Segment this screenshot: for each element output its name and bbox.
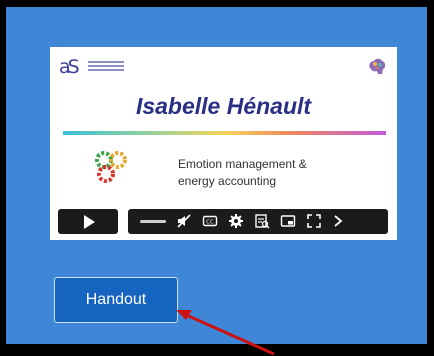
settings-icon[interactable] — [228, 213, 244, 229]
rainbow-divider — [63, 131, 386, 135]
fullscreen-icon[interactable] — [306, 213, 322, 229]
next-icon[interactable] — [330, 213, 346, 229]
gears-icon — [95, 151, 127, 183]
player-controls: CC — [50, 203, 397, 240]
handout-button[interactable]: Handout — [54, 277, 178, 323]
video-title: Isabelle Hénault — [135, 93, 312, 119]
svg-text:CC: CC — [206, 220, 214, 226]
mute-icon[interactable] — [176, 213, 192, 229]
annotation-arrow — [176, 310, 275, 356]
pip-icon[interactable] — [280, 213, 296, 229]
captions-icon[interactable]: CC — [202, 213, 218, 229]
video-subtitle: Emotion management & energy accounting — [178, 156, 307, 190]
volume-slider[interactable] — [140, 220, 166, 223]
logo-text-lines — [88, 61, 124, 73]
content-panel: aS Isabelle Hénault Emotion management &… — [6, 7, 427, 344]
subtitle-line-2: energy accounting — [178, 174, 277, 188]
brain-icon — [369, 58, 386, 74]
subtitle-line-1: Emotion management & — [178, 157, 307, 171]
organization-logo: aS — [59, 56, 80, 78]
screenshot-frame: aS Isabelle Hénault Emotion management &… — [0, 0, 434, 356]
control-bar: CC — [128, 209, 388, 234]
play-button[interactable] — [58, 209, 118, 234]
transcript-icon[interactable] — [254, 213, 270, 229]
video-player[interactable]: aS Isabelle Hénault Emotion management &… — [50, 47, 397, 240]
play-icon — [84, 215, 95, 229]
